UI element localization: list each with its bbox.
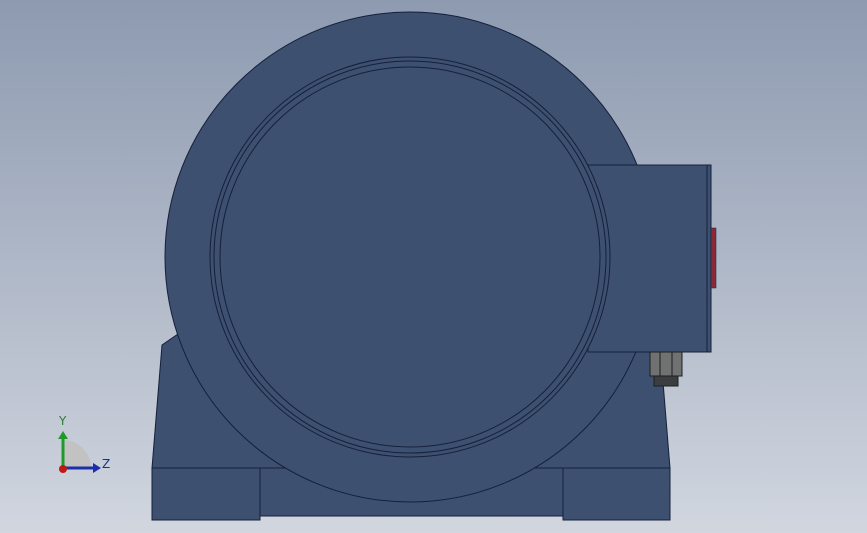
y-axis-label: Y	[59, 414, 67, 428]
y-axis-arrowhead	[58, 431, 68, 439]
model-canvas[interactable]	[0, 0, 867, 533]
z-axis-label: Z	[102, 457, 111, 471]
z-axis-arrowhead	[93, 463, 101, 473]
orientation-triad[interactable]: Y Z	[48, 412, 118, 482]
mounting-foot-left	[151, 467, 261, 521]
cad-viewport[interactable]: Y Z	[0, 0, 867, 533]
x-axis-dot	[59, 465, 67, 473]
end-cover-ring-inner	[219, 66, 601, 448]
cable-gland-body	[653, 375, 679, 387]
triad-plane	[63, 440, 91, 468]
mounting-foot-right	[562, 467, 671, 521]
terminal-accent	[710, 227, 717, 289]
cable-gland-nut	[649, 351, 683, 377]
